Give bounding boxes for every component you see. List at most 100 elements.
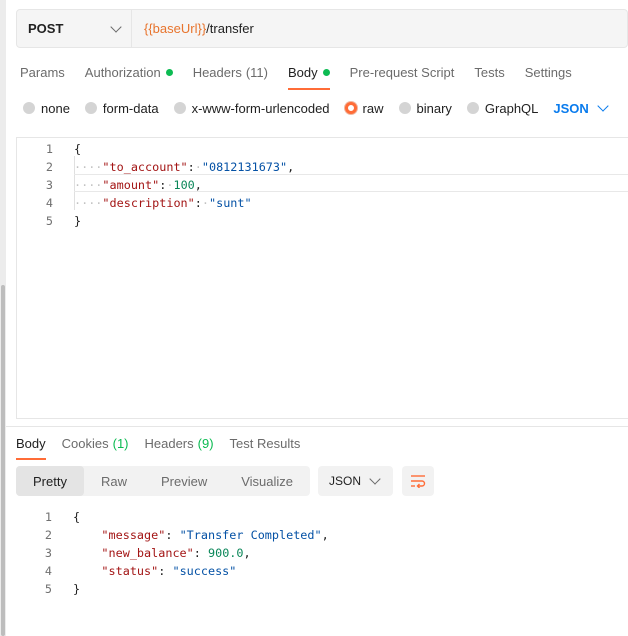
radio-icon [173,102,186,114]
comma: , [243,546,251,560]
sidebar-scrollbar[interactable] [0,0,6,636]
tab-params[interactable]: Params [20,62,65,82]
json-key: "message" [101,528,166,542]
line-number: 5 [44,582,52,596]
json-key: "amount" [102,178,160,192]
tab-response-headers[interactable]: Headers (9) [145,433,214,453]
line-number: 3 [44,546,52,560]
tab-test-results[interactable]: Test Results [230,433,301,453]
comma: , [287,160,295,174]
radio-none[interactable]: none [23,101,70,116]
line-number: 3 [45,178,53,192]
code-line: 2 ····"to_account":·"0812131673", [17,158,628,176]
view-preview-button[interactable]: Preview [144,466,224,496]
tab-body[interactable]: Body [287,62,330,90]
code-brace: { [73,510,81,524]
tab-label: Body [287,64,318,80]
tab-count: (9) [197,435,214,451]
line-number: 5 [45,214,53,228]
status-dot-icon [322,68,330,76]
chevron-down-icon [597,100,609,112]
json-key: "new_balance" [101,546,194,560]
json-value: "Transfer Completed" [179,528,322,542]
method-select[interactable]: POST [17,10,132,47]
view-pretty-button[interactable]: Pretty [16,466,84,496]
body-type-selector: none form-data x-www-form-urlencoded raw… [23,98,609,118]
comma: , [321,528,329,542]
code-line: 1 { [17,140,628,158]
response-format-select[interactable]: JSON [318,466,394,496]
line-number: 4 [44,564,52,578]
tab-settings[interactable]: Settings [525,62,572,82]
tab-count: (1) [112,435,129,451]
tab-label: Authorization [84,64,161,80]
tab-label: Test Results [229,435,301,451]
code-brace: } [73,582,81,596]
format-label: JSON [329,474,362,488]
tab-tests[interactable]: Tests [474,62,504,82]
radio-icon [23,102,35,114]
request-url-bar: POST {{baseUrl}}/transfer [16,9,628,48]
wrap-lines-icon [411,475,426,488]
tab-label: Tests [474,64,505,80]
response-body-viewer[interactable]: 1 { 2 "message": "Transfer Completed", 3… [16,508,628,608]
tab-label: Settings [524,64,572,80]
radio-label: raw [362,100,384,116]
radio-icon [466,102,479,114]
chevron-down-icon [369,473,381,485]
radio-label: form-data [102,100,159,116]
tab-label: Cookies [61,435,109,451]
line-number: 2 [45,160,53,174]
radio-label: x-www-form-urlencoded [191,100,330,116]
tab-count: (11) [245,64,268,80]
pane-divider[interactable] [6,426,628,427]
json-value: "sunt" [208,196,252,210]
code-brace: } [74,214,82,228]
request-tabs: Params Authorization Headers (11) Body Pr… [20,62,592,90]
wrap-lines-button[interactable] [402,466,435,496]
tab-label: Headers [192,64,242,80]
tab-headers[interactable]: Headers (11) [193,62,268,82]
response-view-bar: Pretty Raw Preview Visualize JSON [16,466,435,496]
radio-urlencoded[interactable]: x-www-form-urlencoded [173,100,330,116]
code-line: 5 } [16,580,628,598]
tab-label: Body [16,435,46,451]
radio-binary[interactable]: binary [398,101,452,116]
response-tabs: Body Cookies (1) Headers (9) Test Results [16,433,316,460]
radio-label: GraphQL [484,100,539,116]
view-raw-button[interactable]: Raw [84,466,144,496]
line-number: 1 [45,142,53,156]
code-line: 1 { [16,508,628,526]
line-number: 4 [45,196,53,210]
code-line: 3 ····"amount":·100, [17,176,628,194]
tab-authorization[interactable]: Authorization [85,62,173,82]
json-key: "status" [101,564,159,578]
method-label: POST [28,21,64,36]
code-brace: { [74,142,82,156]
view-visualize-button[interactable]: Visualize [224,466,310,496]
radio-icon [84,102,97,114]
tab-response-body[interactable]: Body [16,433,46,460]
tab-pre-request-script[interactable]: Pre-request Script [350,62,455,82]
line-number: 1 [44,510,52,524]
code-line: 2 "message": "Transfer Completed", [16,526,628,544]
tab-label: Pre-request Script [349,64,455,80]
json-value: "0812131673" [201,160,288,174]
code-line: 4 "status": "success" [16,562,628,580]
radio-raw[interactable]: raw [344,100,384,116]
url-input[interactable]: {{baseUrl}}/transfer [132,21,254,36]
json-key: "description" [102,196,195,210]
body-language-select[interactable]: JSON [553,100,609,116]
line-number: 2 [44,528,52,542]
radio-form-data[interactable]: form-data [84,100,159,116]
status-dot-icon [165,68,173,76]
json-key: "to_account" [102,160,188,174]
tab-cookies[interactable]: Cookies (1) [62,433,129,453]
scrollbar-thumb[interactable] [1,285,5,636]
json-value: 100 [173,178,195,192]
radio-graphql[interactable]: GraphQL [466,100,539,116]
request-body-editor[interactable]: 1 { 2 ····"to_account":·"0812131673", 3 … [16,137,628,419]
view-mode-segmented: Pretty Raw Preview Visualize [16,466,311,496]
radio-icon [398,102,411,114]
comma: , [194,178,202,192]
